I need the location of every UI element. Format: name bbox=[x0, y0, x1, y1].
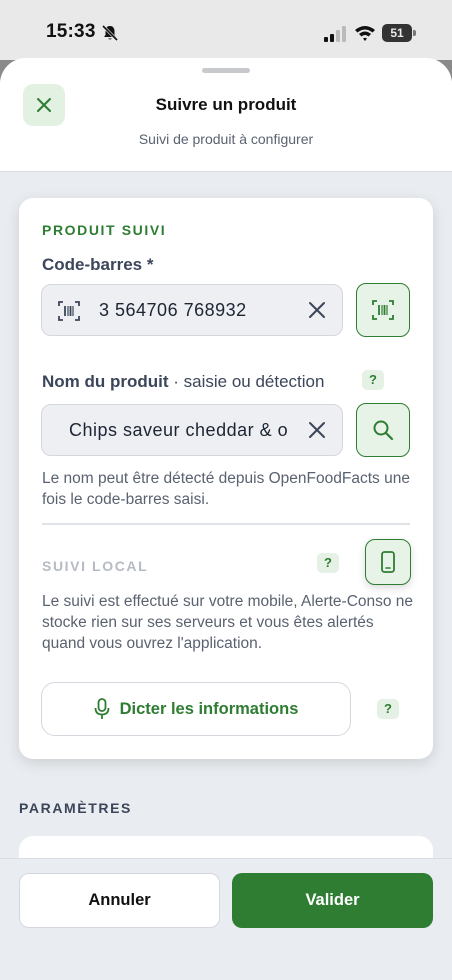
bell-off-icon bbox=[101, 24, 119, 42]
product-name-helper-text: Le nom peut être détecté depuis OpenFood… bbox=[42, 470, 410, 508]
footer-actions: Annuler Valider bbox=[0, 858, 452, 980]
sheet-grabber[interactable] bbox=[202, 68, 250, 73]
clear-barcode-icon[interactable] bbox=[308, 301, 326, 319]
dictate-button[interactable]: Dicter les informations bbox=[41, 682, 351, 736]
status-bar: 15:33 51 bbox=[0, 0, 452, 60]
dictate-label: Dicter les informations bbox=[119, 699, 299, 718]
barcode-scan-icon bbox=[372, 300, 394, 320]
microphone-icon bbox=[94, 698, 109, 719]
section-divider bbox=[42, 523, 410, 525]
help-dictate-icon[interactable]: ? bbox=[377, 699, 399, 719]
validate-button[interactable]: Valider bbox=[232, 873, 433, 928]
section-title-product: PRODUIT SUIVI bbox=[42, 222, 167, 238]
page-title: Suivre un produit bbox=[155, 95, 297, 114]
mobile-phone-icon bbox=[381, 551, 395, 573]
product-name-label-text: Nom du produit bbox=[42, 372, 169, 391]
sheet-header: Suivre un produit Suivi de produit à con… bbox=[0, 58, 452, 172]
section-title-local: SUIVI LOCAL bbox=[42, 558, 149, 574]
battery-indicator: 51 bbox=[382, 24, 416, 42]
scan-barcode-button[interactable] bbox=[356, 283, 410, 337]
product-name-value: Chips saveur cheddar & oignon bbox=[69, 420, 287, 440]
barcode-icon bbox=[58, 301, 80, 321]
clear-product-name-icon[interactable] bbox=[308, 421, 326, 439]
help-local-icon[interactable]: ? bbox=[317, 553, 339, 573]
search-icon bbox=[373, 420, 394, 441]
barcode-input[interactable]: 3 564706 768932 bbox=[41, 284, 343, 336]
product-name-hint: · saisie ou détection bbox=[168, 372, 325, 391]
mobile-toggle-button[interactable] bbox=[365, 539, 411, 585]
wifi-icon bbox=[355, 26, 375, 41]
barcode-label: Code-barres * bbox=[42, 255, 154, 274]
cancel-button[interactable]: Annuler bbox=[19, 873, 220, 928]
bottom-sheet: Suivre un produit Suivi de produit à con… bbox=[0, 58, 452, 980]
search-product-button[interactable] bbox=[356, 403, 410, 457]
product-name-label: Nom du produit · saisie ou détection bbox=[42, 372, 324, 392]
product-card: PRODUIT SUIVI Code-barres * 3 564706 768… bbox=[19, 198, 433, 759]
barcode-value: 3 564706 768932 bbox=[99, 300, 247, 320]
product-name-input[interactable]: Chips saveur cheddar & oignon bbox=[41, 404, 343, 456]
local-description: Le suivi est effectué sur votre mobile, … bbox=[42, 593, 414, 652]
page-subtitle: Suivi de produit à configurer bbox=[138, 131, 314, 147]
status-time: 15:33 bbox=[46, 21, 96, 42]
signal-icon bbox=[324, 26, 346, 42]
section-title-params: PARAMÈTRES bbox=[19, 800, 132, 816]
help-product-name-icon[interactable]: ? bbox=[362, 370, 384, 390]
